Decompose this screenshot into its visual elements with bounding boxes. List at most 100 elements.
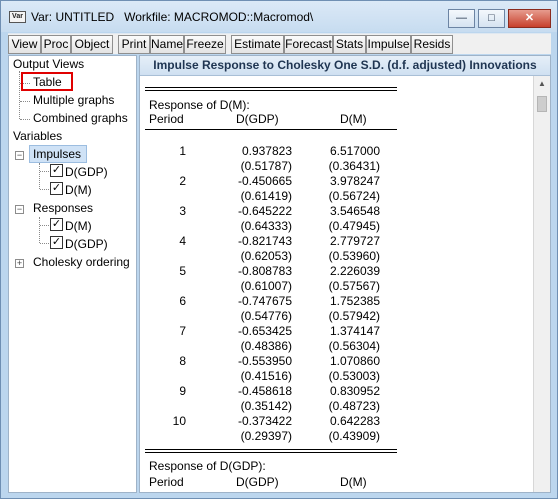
row-period: 9 xyxy=(179,384,186,398)
tree-connector xyxy=(20,101,30,102)
row-period: 4 xyxy=(179,234,186,248)
row-period: 5 xyxy=(179,264,186,278)
tree-item-impulses[interactable]: Impulses xyxy=(33,147,81,161)
row-dm-value: 1.374147 xyxy=(329,324,380,338)
col-header-dm-2: D(M) xyxy=(340,475,367,489)
tree-connector xyxy=(40,189,49,190)
row-dgdp-value: 0.937823 xyxy=(241,144,292,158)
object-button[interactable]: Object xyxy=(71,35,113,54)
row-dgdp-stderr: (0.41516) xyxy=(240,369,292,383)
row-dgdp-stderr: (0.29397) xyxy=(240,429,292,443)
row-dm-value: 3.546548 xyxy=(329,204,380,218)
tree-connector xyxy=(40,171,49,172)
row-dm-value: 2.226039 xyxy=(329,264,380,278)
tree-connector xyxy=(20,119,30,120)
stats-button[interactable]: Stats xyxy=(333,35,366,54)
table-top-rule xyxy=(145,87,397,91)
row-period: 3 xyxy=(179,204,186,218)
minimize-button[interactable]: — xyxy=(448,9,475,28)
row-dm-value: 1.070860 xyxy=(329,354,380,368)
col-header-period-2: Period xyxy=(149,475,184,489)
col-header-period: Period xyxy=(149,112,184,126)
row-dm-stderr: (0.56724) xyxy=(328,189,380,203)
response-dm-label: D(M) xyxy=(65,219,92,233)
section-title-response-dm: Response of D(M): xyxy=(149,98,250,112)
impulse-dm-checkbox[interactable]: ✓ xyxy=(50,182,63,195)
row-period: 2 xyxy=(179,174,186,188)
row-period: 1 xyxy=(179,144,186,158)
proc-button[interactable]: Proc xyxy=(41,35,71,54)
tree-item-responses[interactable]: Responses xyxy=(33,201,93,215)
cholesky-expand-icon[interactable]: + xyxy=(15,259,24,268)
freeze-button[interactable]: Freeze xyxy=(184,35,226,54)
tree-item-cholesky-ordering[interactable]: Cholesky ordering xyxy=(33,255,130,269)
row-dgdp-stderr: (0.61419) xyxy=(240,189,292,203)
row-dgdp-stderr: (0.54776) xyxy=(240,309,292,323)
name-button[interactable]: Name xyxy=(150,35,184,54)
row-period: 7 xyxy=(179,324,186,338)
header-rule xyxy=(145,129,397,130)
row-dgdp-value: -0.373422 xyxy=(237,414,292,428)
response-dgdp-label: D(GDP) xyxy=(65,237,108,251)
impulse-button[interactable]: Impulse xyxy=(366,35,411,54)
impulse-dm-label: D(M) xyxy=(65,183,92,197)
tree-item-multiple-graphs[interactable]: Multiple graphs xyxy=(33,93,114,107)
row-dgdp-stderr: (0.64333) xyxy=(240,219,292,233)
scroll-thumb[interactable] xyxy=(537,96,547,112)
resids-button[interactable]: Resids xyxy=(411,35,453,54)
impulse-dgdp-label: D(GDP) xyxy=(65,165,108,179)
view-button[interactable]: View xyxy=(8,35,41,54)
row-dm-value: 2.779727 xyxy=(329,234,380,248)
forecast-button[interactable]: Forecast xyxy=(284,35,333,54)
response-dm-checkbox[interactable]: ✓ xyxy=(50,218,63,231)
responses-collapse-icon[interactable]: − xyxy=(15,205,24,214)
tree-item-table[interactable]: Table xyxy=(33,75,62,89)
output-views-heading: Output Views xyxy=(13,57,85,71)
estimate-button[interactable]: Estimate xyxy=(231,35,284,54)
row-dgdp-value: -0.450665 xyxy=(237,174,292,188)
row-dgdp-stderr: (0.62053) xyxy=(240,249,292,263)
row-dm-stderr: (0.47945) xyxy=(328,219,380,233)
section-title-response-dgdp: Response of D(GDP): xyxy=(149,459,266,473)
window-title: Var: UNTITLED Workfile: MACROMOD::Macrom… xyxy=(31,10,314,24)
impulses-collapse-icon[interactable]: − xyxy=(15,151,24,160)
tree-connector xyxy=(19,71,20,119)
row-dm-value: 0.830952 xyxy=(329,384,380,398)
title-bar[interactable]: Var Var: UNTITLED Workfile: MACROMOD::Ma… xyxy=(1,1,557,32)
row-period: 6 xyxy=(179,294,186,308)
row-period: 10 xyxy=(172,414,186,428)
row-dm-stderr: (0.57567) xyxy=(328,279,380,293)
close-button[interactable]: ✕ xyxy=(508,9,551,28)
vertical-scrollbar[interactable]: ▲ xyxy=(533,76,550,492)
row-dm-value: 3.978247 xyxy=(329,174,380,188)
row-dgdp-stderr: (0.35142) xyxy=(240,399,292,413)
var-app-icon: Var xyxy=(9,11,26,23)
variables-heading: Variables xyxy=(13,129,63,143)
row-dgdp-value: -0.653425 xyxy=(237,324,292,338)
row-dm-stderr: (0.57942) xyxy=(328,309,380,323)
row-dgdp-stderr: (0.61007) xyxy=(240,279,292,293)
row-dgdp-value: -0.553950 xyxy=(237,354,292,368)
impulse-dgdp-checkbox[interactable]: ✓ xyxy=(50,164,63,177)
tree-connector xyxy=(40,243,49,244)
tree-item-combined-graphs[interactable]: Combined graphs xyxy=(33,111,128,125)
tree-connector xyxy=(40,225,49,226)
output-tree: Output Views Table Multiple graphs Combi… xyxy=(8,55,137,493)
tree-connector xyxy=(39,217,40,243)
print-button[interactable]: Print xyxy=(118,35,150,54)
var-window: Var Var: UNTITLED Workfile: MACROMOD::Ma… xyxy=(0,0,558,499)
col-header-dm: D(M) xyxy=(340,112,367,126)
row-dgdp-value: -0.808783 xyxy=(237,264,292,278)
table-header: Impulse Response to Cholesky One S.D. (d… xyxy=(140,56,550,76)
impulse-response-table-view: Impulse Response to Cholesky One S.D. (d… xyxy=(139,55,551,493)
row-dm-value: 6.517000 xyxy=(329,144,380,158)
maximize-button[interactable]: □ xyxy=(478,9,505,28)
row-dgdp-value: -0.747675 xyxy=(237,294,292,308)
section-divider-rule xyxy=(145,449,397,453)
scroll-up-icon[interactable]: ▲ xyxy=(534,76,550,92)
row-dm-value: 0.642283 xyxy=(329,414,380,428)
row-dgdp-stderr: (0.48386) xyxy=(240,339,292,353)
response-dgdp-checkbox[interactable]: ✓ xyxy=(50,236,63,249)
toolbar: View Proc Object Print Name Freeze Estim… xyxy=(8,33,551,54)
row-dm-stderr: (0.56304) xyxy=(328,339,380,353)
